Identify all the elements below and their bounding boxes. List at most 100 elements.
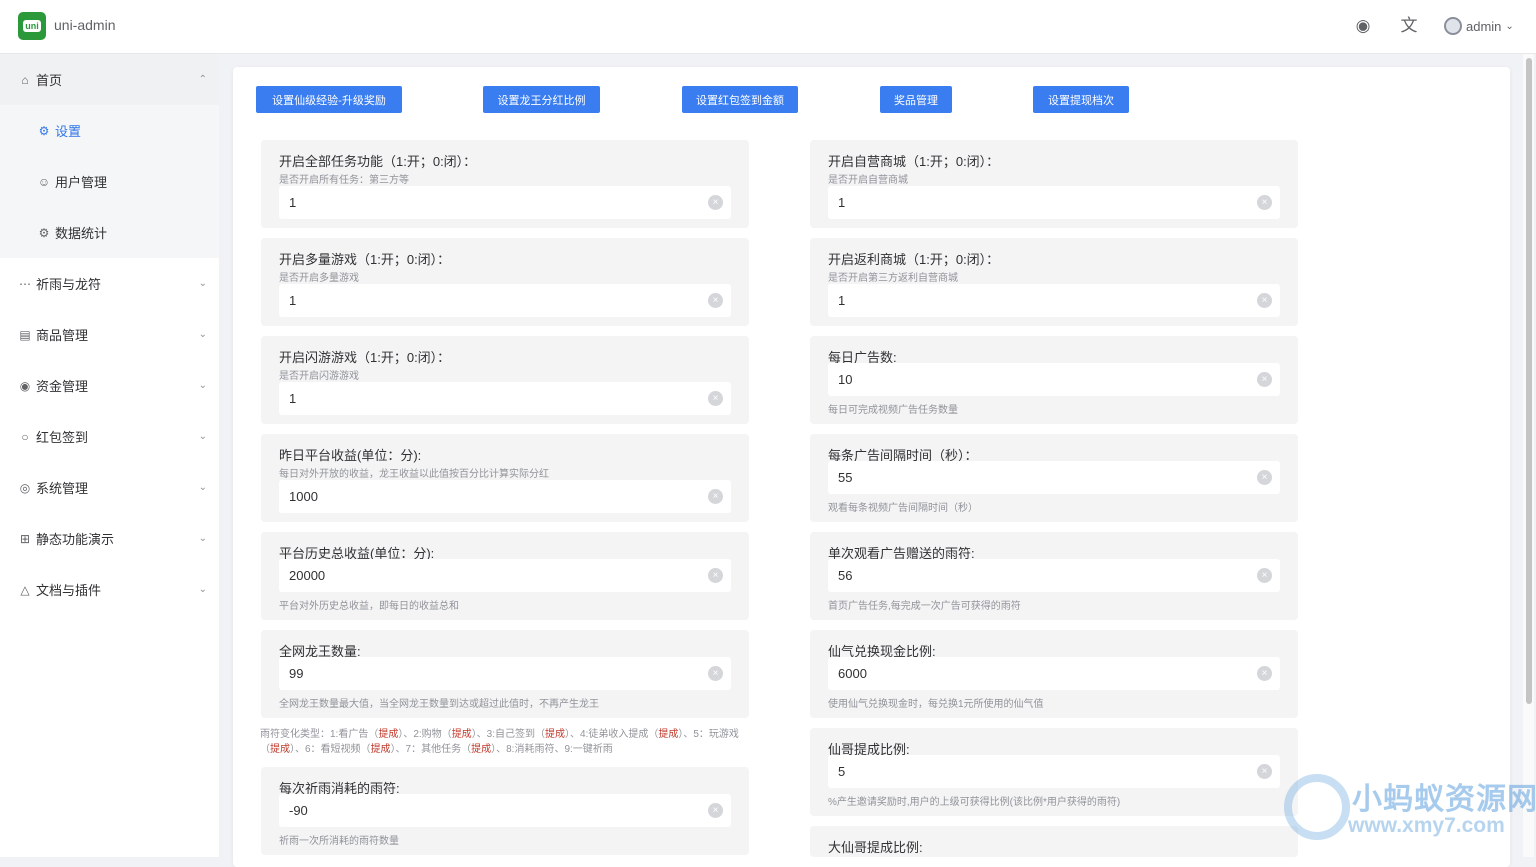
sidebar-item-label: 数据统计 bbox=[55, 226, 108, 241]
yesterday-revenue-input[interactable]: 1000 × bbox=[279, 480, 731, 513]
note-text: ）、3:自己签到（ bbox=[471, 729, 546, 740]
daily-ads-input[interactable]: 10 × bbox=[828, 363, 1280, 396]
field-hint: 全网龙王数量最大值，当全网龙王数量到达或超过此值时，不再产生龙王 bbox=[279, 699, 599, 710]
user-icon: ☺ bbox=[37, 174, 51, 189]
sidebar-item-system[interactable]: ◎ 系统管理 ⌄ bbox=[0, 462, 219, 513]
setting-card: 每次祈雨消耗的雨符: -90 × 祈雨一次所消耗的雨符数量 bbox=[261, 767, 749, 855]
rain-type-note: 雨符变化类型：1:看广告（提成）、2:购物（提成）、3:自己签到（提成）、4:徒… bbox=[260, 727, 750, 757]
flash-game-switch-input[interactable]: 1 × bbox=[279, 382, 731, 415]
clear-icon[interactable]: × bbox=[708, 293, 723, 308]
sidebar-item-settings[interactable]: ⚙ 设置 bbox=[0, 105, 219, 156]
sidebar-item-label: 祈雨与龙符 bbox=[36, 277, 102, 292]
chevron-down-icon: ⌄ bbox=[198, 380, 207, 391]
all-tasks-switch-input[interactable]: 1 × bbox=[279, 186, 731, 219]
field-value: 99 bbox=[289, 666, 304, 681]
set-withdraw-tiers-button[interactable]: 设置提现档次 bbox=[1033, 86, 1129, 113]
field-hint: 是否开启所有任务：第三方等 bbox=[279, 175, 409, 186]
note-text: 雨符变化类型：1:看广告（ bbox=[260, 729, 379, 740]
translate-icon[interactable]: 文 bbox=[1398, 15, 1420, 37]
note-text: ）、6：看短视频（ bbox=[290, 744, 371, 755]
app-logo[interactable]: uni bbox=[18, 12, 46, 40]
set-redpacket-amount-button[interactable]: 设置红包签到金额 bbox=[682, 86, 798, 113]
setting-card: 开启多量游戏（1:开；0:闭）： 是否开启多量游戏 1 × bbox=[261, 238, 749, 326]
clear-icon[interactable]: × bbox=[1257, 666, 1272, 681]
set-dragon-dividend-button[interactable]: 设置龙王分红比例 bbox=[483, 86, 600, 113]
multi-game-switch-input[interactable]: 1 × bbox=[279, 284, 731, 317]
home-icon: ⌂ bbox=[21, 72, 29, 87]
box-icon: ▤ bbox=[19, 327, 31, 342]
brother-commission-input[interactable]: 5 × bbox=[828, 755, 1280, 788]
prize-management-button[interactable]: 奖品管理 bbox=[880, 86, 952, 113]
sidebar-item-static-demo[interactable]: ⊞ 静态功能演示 ⌄ bbox=[0, 513, 219, 564]
setting-card: 单次观看广告赠送的雨符: 56 × 首页广告任务,每完成一次广告可获得的雨符 bbox=[810, 532, 1298, 620]
sidebar-item-docs[interactable]: △ 文档与插件 ⌄ bbox=[0, 564, 219, 615]
dragon-king-count-input[interactable]: 99 × bbox=[279, 657, 731, 690]
scrollbar-thumb[interactable] bbox=[1526, 58, 1532, 704]
sidebar-item-user-management[interactable]: ☺ 用户管理 bbox=[0, 156, 219, 207]
note-highlight: 提成 bbox=[545, 729, 566, 740]
setting-card: 开启闪游游戏（1:开；0:闭）： 是否开启闪游游戏 1 × bbox=[261, 336, 749, 424]
sidebar-item-home[interactable]: ⌂ 首页 ⌃ bbox=[0, 54, 219, 105]
sidebar-item-products[interactable]: ▤ 商品管理 ⌄ bbox=[0, 309, 219, 360]
field-value: 1 bbox=[289, 391, 297, 406]
field-value: -90 bbox=[289, 803, 308, 818]
set-level-reward-button[interactable]: 设置仙级经验-升级奖励 bbox=[256, 86, 402, 113]
field-hint: 每日可完成视频广告任务数量 bbox=[828, 405, 958, 416]
clear-icon[interactable]: × bbox=[708, 195, 723, 210]
field-value: 1000 bbox=[289, 489, 318, 504]
ad-interval-input[interactable]: 55 × bbox=[828, 461, 1280, 494]
field-hint: 平台对外历史总收益，即每日的收益总和 bbox=[279, 601, 459, 612]
note-text: ）、2:购物（ bbox=[398, 729, 452, 740]
field-value: 20000 bbox=[289, 568, 326, 583]
sidebar-item-label: 资金管理 bbox=[36, 379, 89, 394]
sidebar-item-label: 文档与插件 bbox=[36, 583, 102, 598]
chevron-down-icon: ⌄ bbox=[1505, 20, 1514, 32]
note-text: ）、4:徒弟收入提成（ bbox=[565, 729, 659, 740]
clear-icon[interactable]: × bbox=[1257, 293, 1272, 308]
setting-card: 开启全部任务功能（1:开；0:闭）： 是否开启所有任务：第三方等 1 × bbox=[261, 140, 749, 228]
field-label: 开启闪游游戏（1:开；0:闭）： bbox=[279, 350, 451, 365]
chevron-up-icon: ⌃ bbox=[198, 74, 207, 85]
sidebar: ⌂ 首页 ⌃ ⚙ 设置 ☺ 用户管理 ⚙ 数据统计 ⋯ 祈雨与龙符 ⌄ ▤ 商品… bbox=[0, 54, 219, 857]
app-title: uni-admin bbox=[54, 17, 116, 33]
field-hint: 观看每条视频广告间隔时间（秒） bbox=[828, 503, 978, 514]
docs-icon: △ bbox=[20, 582, 30, 597]
clear-icon[interactable]: × bbox=[1257, 470, 1272, 485]
watermark-url: www.xmy7.com bbox=[1348, 814, 1505, 837]
clear-icon[interactable]: × bbox=[708, 666, 723, 681]
field-label: 昨日平台收益(单位：分): bbox=[279, 448, 422, 463]
clear-icon[interactable]: × bbox=[708, 489, 723, 504]
clear-icon[interactable]: × bbox=[1257, 568, 1272, 583]
clear-icon[interactable]: × bbox=[708, 391, 723, 406]
field-value: 1 bbox=[838, 293, 846, 308]
total-revenue-input[interactable]: 20000 × bbox=[279, 559, 731, 592]
rain-cost-input[interactable]: -90 × bbox=[279, 794, 731, 827]
ad-reward-input[interactable]: 56 × bbox=[828, 559, 1280, 592]
clear-icon[interactable]: × bbox=[1257, 372, 1272, 387]
chevron-down-icon: ⌄ bbox=[198, 533, 207, 544]
avatar bbox=[1444, 17, 1462, 35]
field-label: 开启全部任务功能（1:开；0:闭）： bbox=[279, 154, 477, 169]
sidebar-item-redpacket[interactable]: ○ 红包签到 ⌄ bbox=[0, 411, 219, 462]
clear-icon[interactable]: × bbox=[708, 568, 723, 583]
sidebar-item-label: 设置 bbox=[55, 124, 82, 139]
field-value: 56 bbox=[838, 568, 853, 583]
logo-text: uni bbox=[23, 20, 41, 32]
setting-card: 平台历史总收益(单位：分): 20000 × 平台对外历史总收益，即每日的收益总… bbox=[261, 532, 749, 620]
sidebar-item-rain-dragon[interactable]: ⋯ 祈雨与龙符 ⌄ bbox=[0, 258, 219, 309]
rebate-mall-switch-input[interactable]: 1 × bbox=[828, 284, 1280, 317]
exchange-ratio-input[interactable]: 6000 × bbox=[828, 657, 1280, 690]
clear-icon[interactable]: × bbox=[1257, 195, 1272, 210]
setting-card: 昨日平台收益(单位：分): 每日对外开放的收益，龙王收益以此值按百分比计算实际分… bbox=[261, 434, 749, 522]
clear-icon[interactable]: × bbox=[1257, 764, 1272, 779]
user-menu[interactable]: admin ⌄ bbox=[1444, 15, 1514, 37]
field-value: 55 bbox=[838, 470, 853, 485]
palette-icon[interactable]: ◉ bbox=[1352, 15, 1374, 37]
sidebar-item-funds[interactable]: ◉ 资金管理 ⌄ bbox=[0, 360, 219, 411]
self-mall-switch-input[interactable]: 1 × bbox=[828, 186, 1280, 219]
sidebar-item-statistics[interactable]: ⚙ 数据统计 bbox=[0, 207, 219, 258]
clear-icon[interactable]: × bbox=[708, 803, 723, 818]
chevron-down-icon: ⌄ bbox=[198, 431, 207, 442]
sidebar-item-label: 用户管理 bbox=[55, 175, 108, 190]
field-label: 开启自营商城（1:开；0:闭）： bbox=[828, 154, 1000, 169]
